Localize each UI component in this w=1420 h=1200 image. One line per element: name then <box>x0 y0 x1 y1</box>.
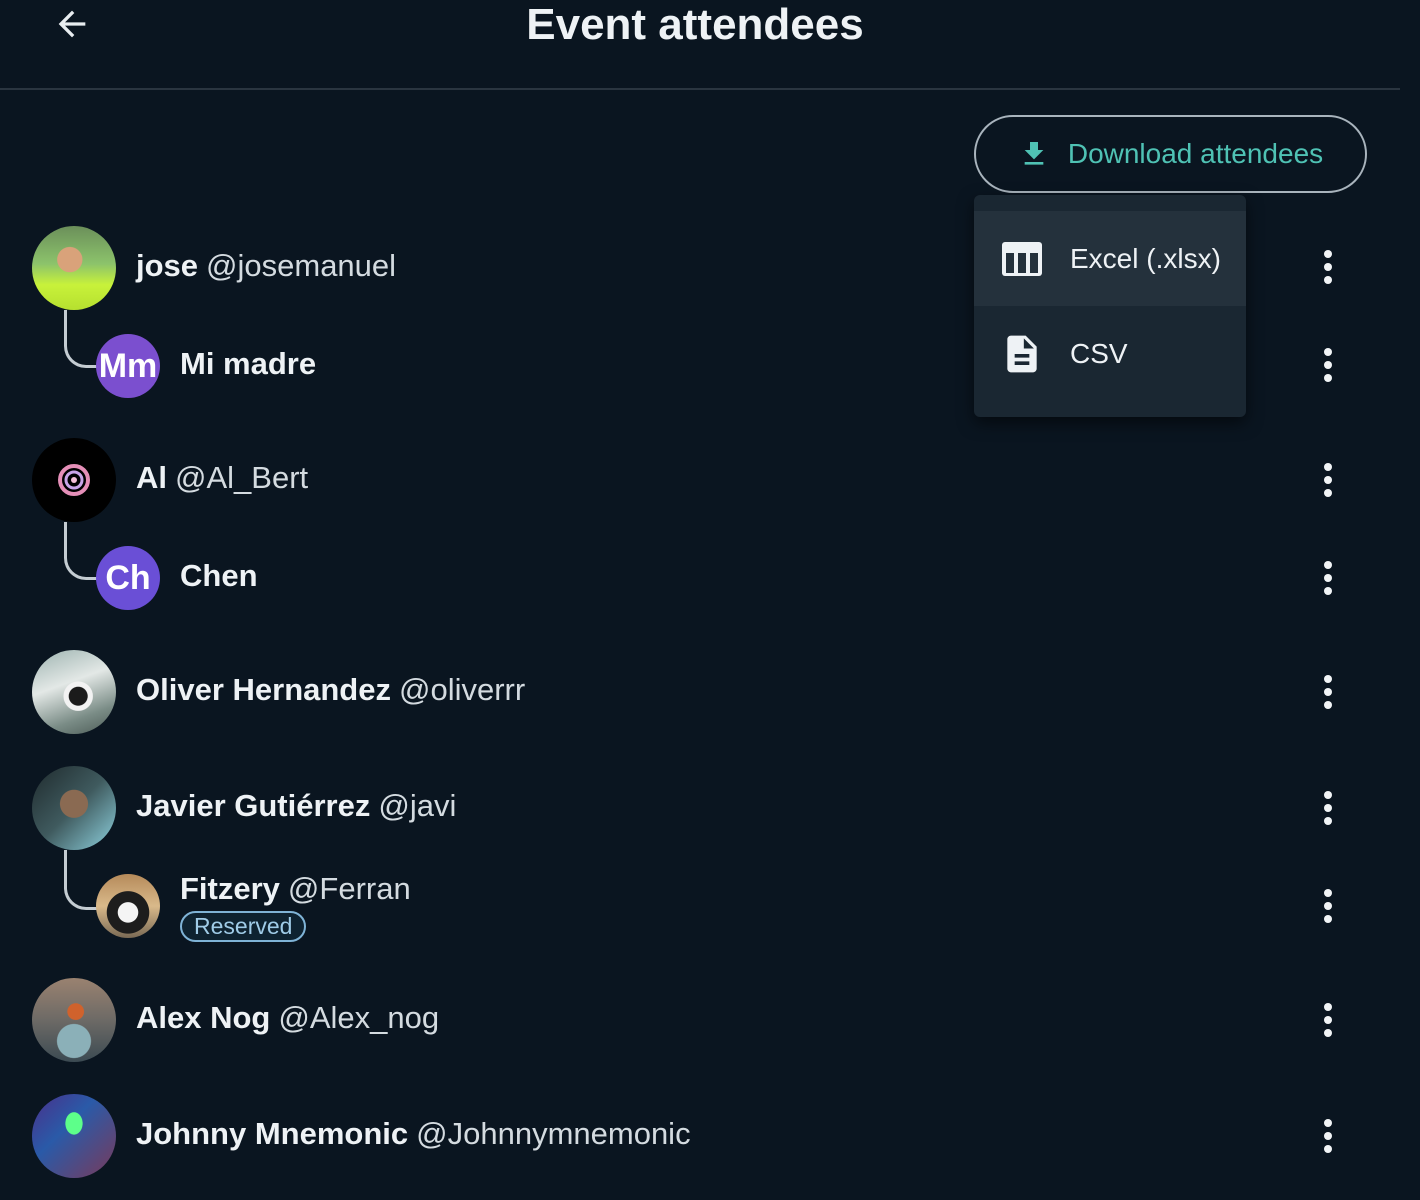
attendee-handle: @Al_Bert <box>175 460 309 495</box>
more-options-icon[interactable] <box>1312 345 1344 385</box>
attendee-name: Alex Nog <box>136 1000 271 1035</box>
menu-item-excel[interactable]: Excel (.xlsx) <box>974 211 1246 306</box>
attendee-name-line: jose @josemanuel <box>136 248 396 284</box>
attendee-name-line: Johnny Mnemonic @Johnnymnemonic <box>136 1116 691 1152</box>
attendee-avatar[interactable] <box>32 1094 116 1178</box>
more-options-icon[interactable] <box>1312 460 1344 500</box>
attendee-name-line: Alex Nog @Alex_nog <box>136 1000 439 1036</box>
guest-connector <box>64 310 98 368</box>
guest-name-line: Chen <box>180 558 258 594</box>
menu-item-label: Excel (.xlsx) <box>1070 242 1221 274</box>
guest-initials: Mm <box>98 346 158 385</box>
table-icon <box>1002 241 1042 276</box>
more-options-icon[interactable] <box>1312 672 1344 712</box>
download-format-menu: Excel (.xlsx) CSV <box>974 195 1246 417</box>
attendee-name-line: Al @Al_Bert <box>136 460 308 496</box>
more-options-icon[interactable] <box>1312 1000 1344 1040</box>
attendee-avatar[interactable] <box>32 766 116 850</box>
menu-item-csv[interactable]: CSV <box>974 306 1246 401</box>
attendee-avatar[interactable] <box>32 978 116 1062</box>
attendee-name: Javier Gutiérrez <box>136 788 371 823</box>
attendee-avatar[interactable] <box>32 438 116 522</box>
more-options-icon[interactable] <box>1312 788 1344 828</box>
attendee-name-line: Oliver Hernandez @oliverrr <box>136 672 525 708</box>
guest-connector <box>64 522 98 580</box>
attendee-avatar[interactable] <box>32 650 116 734</box>
guest-name-line: Mi madre <box>180 346 316 382</box>
guest-name: Mi madre <box>180 346 317 381</box>
guest-name-line: Fitzery @Ferran <box>180 871 411 907</box>
guest-avatar[interactable]: Mm <box>96 334 160 398</box>
more-options-icon[interactable] <box>1312 247 1344 287</box>
attendee-handle: @javi <box>378 788 457 823</box>
guest-avatar[interactable] <box>96 874 160 938</box>
file-text-icon <box>1007 335 1037 372</box>
download-label: Download attendees <box>1067 138 1324 169</box>
attendee-handle: @Alex_nog <box>278 1000 440 1035</box>
more-options-icon[interactable] <box>1312 558 1344 598</box>
page-title: Event attendees <box>526 0 864 49</box>
attendee-name: Johnny Mnemonic <box>136 1116 409 1151</box>
more-options-icon[interactable] <box>1312 886 1344 926</box>
menu-item-label: CSV <box>1070 337 1128 369</box>
download-icon <box>1024 142 1044 165</box>
guest-connector <box>64 850 98 910</box>
guest-avatar[interactable]: Ch <box>96 546 160 610</box>
attendee-handle: @Johnnymnemonic <box>416 1116 691 1151</box>
guest-name: Chen <box>180 558 258 593</box>
attendee-name: jose <box>136 248 199 283</box>
guest-initials: Ch <box>105 558 151 597</box>
swirl-logo-icon <box>58 464 90 496</box>
guest-name: Fitzery <box>180 871 280 906</box>
attendee-name: Oliver Hernandez <box>136 672 391 707</box>
attendee-name: Al <box>136 460 167 495</box>
more-options-icon[interactable] <box>1312 1116 1344 1156</box>
attendee-handle: @oliverrr <box>398 672 526 707</box>
status-badge: Reserved <box>180 911 307 942</box>
attendee-avatar[interactable] <box>32 226 116 310</box>
attendee-name-line: Javier Gutiérrez @javi <box>136 788 456 824</box>
guest-handle: @Ferran <box>287 871 411 906</box>
app-header: Event attendees <box>0 0 1400 90</box>
attendee-handle: @josemanuel <box>206 248 397 283</box>
download-attendees-button[interactable]: Download attendees <box>974 115 1367 193</box>
